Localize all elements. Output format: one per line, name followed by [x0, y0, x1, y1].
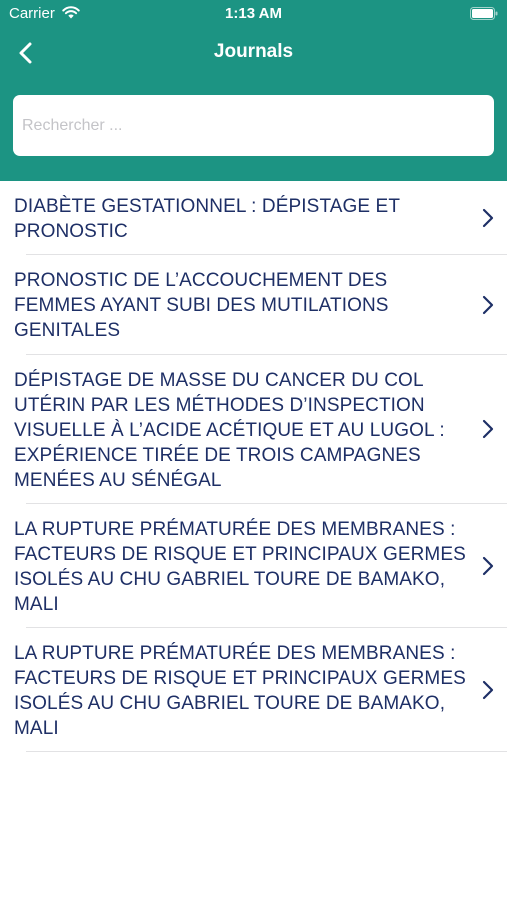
page-title: Journals — [213, 41, 294, 62]
chevron-right-icon — [482, 419, 494, 439]
chevron-right-icon — [482, 208, 494, 228]
chevron-right-icon — [482, 295, 494, 315]
search-input[interactable] — [13, 95, 494, 156]
divider — [26, 751, 507, 752]
journal-item[interactable]: LA RUPTURE PRÉMATURÉE DES MEMBRANES : FA… — [0, 628, 507, 752]
journal-title: DÉPISTAGE DE MASSE DU CANCER DU COL UTÉR… — [14, 370, 445, 491]
chevron-right-icon — [482, 556, 494, 576]
journal-item[interactable]: PRONOSTIC DE L’ACCOUCHEMENT DES FEMMES A… — [0, 255, 507, 355]
header: Carrier 1:13 AM Journals — [0, 0, 507, 181]
journal-item[interactable]: DÉPISTAGE DE MASSE DU CANCER DU COL UTÉR… — [0, 355, 507, 504]
journal-item[interactable]: LA RUPTURE PRÉMATURÉE DES MEMBRANES : FA… — [0, 504, 507, 628]
battery-icon — [470, 7, 498, 20]
status-time: 1:13 AM — [225, 5, 282, 22]
search-bar — [13, 95, 494, 156]
status-bar: Carrier 1:13 AM — [0, 0, 507, 30]
journal-item[interactable]: DIABÈTE GESTATIONNEL : DÉPISTAGE ET PRON… — [0, 181, 507, 255]
journal-title: DIABÈTE GESTATIONNEL : DÉPISTAGE ET PRON… — [14, 196, 400, 242]
chevron-right-icon — [482, 680, 494, 700]
journal-title: LA RUPTURE PRÉMATURÉE DES MEMBRANES : FA… — [14, 519, 466, 615]
journal-list: DIABÈTE GESTATIONNEL : DÉPISTAGE ET PRON… — [0, 181, 507, 752]
journal-title: LA RUPTURE PRÉMATURÉE DES MEMBRANES : FA… — [14, 643, 466, 739]
journal-title: PRONOSTIC DE L’ACCOUCHEMENT DES FEMMES A… — [14, 270, 389, 341]
